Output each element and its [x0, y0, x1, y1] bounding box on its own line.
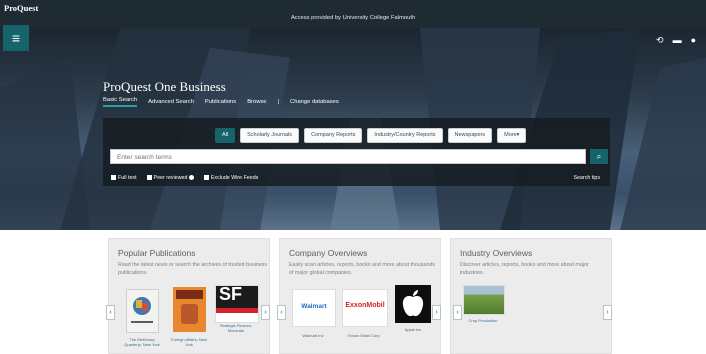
carousel-next-button[interactable]: › — [603, 305, 612, 320]
company-caption[interactable]: Walmart Inc — [290, 333, 336, 338]
search-panel: All Scholarly Journals Company Reports I… — [103, 118, 610, 186]
option-exclude-wire-feeds[interactable]: Exclude Wire Feeds — [203, 175, 258, 181]
access-notice: Access provided by University College Fa… — [290, 15, 416, 21]
history-icon[interactable]: ⟲ — [656, 35, 664, 46]
chip-industry-country-reports[interactable]: Industry/Country Reports — [367, 128, 443, 143]
card-company-overviews: Company Overviews Easily scan articles, … — [277, 238, 441, 354]
header-icons: ⟲ ▬ ● — [656, 35, 696, 46]
carousel-prev-button[interactable]: ‹ — [106, 305, 115, 320]
nav-basic-search[interactable]: Basic Search — [103, 97, 138, 107]
industry-caption[interactable]: Crop Production — [459, 318, 507, 323]
chip-all[interactable]: All — [215, 128, 236, 143]
checkbox[interactable] — [146, 175, 152, 180]
industry-image[interactable] — [463, 285, 505, 315]
menu-button[interactable]: ≡ — [3, 25, 29, 51]
checkbox[interactable] — [203, 175, 209, 180]
publication-caption[interactable]: The McKinsey Quarterly; New York — [121, 337, 163, 347]
database-title: ProQuest One Business — [103, 79, 226, 94]
folder-icon[interactable]: ▬ — [673, 35, 682, 46]
card-industry-overviews: Industry Overviews Discover articles, re… — [450, 238, 612, 354]
apple-logo-icon — [402, 290, 424, 317]
chip-company-reports[interactable]: Company Reports — [304, 128, 363, 143]
option-peer-reviewed[interactable]: Peer reviewed — [146, 175, 194, 181]
card-description: Read the latest news or search the archi… — [118, 262, 267, 276]
brand-logo[interactable]: ProQuest — [4, 3, 38, 13]
company-caption[interactable]: Apple Inc — [393, 327, 433, 332]
nav-advanced-search[interactable]: Advanced Search — [148, 99, 194, 105]
company-caption[interactable]: Exxon Mobil Corp — [340, 333, 388, 338]
card-description: Discover articles, reports, books and mo… — [460, 262, 589, 276]
nav-browse[interactable]: Browse — [247, 99, 266, 105]
chip-newspapers[interactable]: Newspapers — [447, 128, 493, 143]
info-icon[interactable] — [188, 175, 194, 180]
search-options: Full text Peer reviewed Exclude Wire Fee… — [111, 175, 258, 181]
search-nav: Basic Search Advanced Search Publication… — [103, 97, 339, 107]
user-icon[interactable]: ● — [691, 35, 696, 46]
search-input[interactable]: Enter search terms — [110, 149, 586, 164]
publication-cover[interactable] — [173, 287, 206, 332]
source-type-chips: All Scholarly Journals Company Reports I… — [215, 128, 527, 143]
top-bar: ProQuest Access provided by University C… — [0, 0, 706, 28]
carousel-next-button[interactable]: › — [261, 305, 270, 320]
company-logo[interactable]: ExxonMobil — [342, 289, 388, 327]
publication-caption[interactable]: Strategic Finance; Montvale — [213, 323, 259, 333]
option-full-text[interactable]: Full text — [111, 175, 137, 181]
card-description: Easily scan articles, reports, books and… — [289, 262, 436, 276]
hamburger-icon: ≡ — [11, 30, 21, 46]
nav-publications[interactable]: Publications — [205, 99, 236, 105]
search-icon: ⌕ — [596, 152, 602, 161]
nav-divider: | — [277, 99, 280, 105]
carousel-prev-button[interactable]: ‹ — [277, 305, 286, 320]
chip-scholarly-journals[interactable]: Scholarly Journals — [240, 128, 300, 143]
card-popular-publications: Popular Publications Read the latest new… — [106, 238, 270, 354]
checkbox[interactable] — [111, 175, 116, 180]
publication-caption[interactable]: Foreign Affairs; New York — [167, 337, 211, 347]
company-logo[interactable] — [395, 285, 431, 323]
publication-cover[interactable]: SF — [215, 285, 259, 323]
card-title: Company Overviews — [289, 248, 368, 258]
carousel-next-button[interactable]: › — [432, 305, 441, 320]
search-tips-link[interactable]: Search tips — [574, 175, 601, 181]
publication-cover[interactable] — [126, 289, 159, 333]
nav-change-databases[interactable]: Change databases — [290, 99, 339, 105]
chip-more[interactable]: More▾ — [497, 128, 527, 143]
search-button[interactable]: ⌕ — [590, 149, 608, 164]
card-title: Industry Overviews — [460, 248, 533, 258]
company-logo[interactable]: Walmart — [292, 289, 336, 327]
card-title: Popular Publications — [118, 248, 196, 258]
